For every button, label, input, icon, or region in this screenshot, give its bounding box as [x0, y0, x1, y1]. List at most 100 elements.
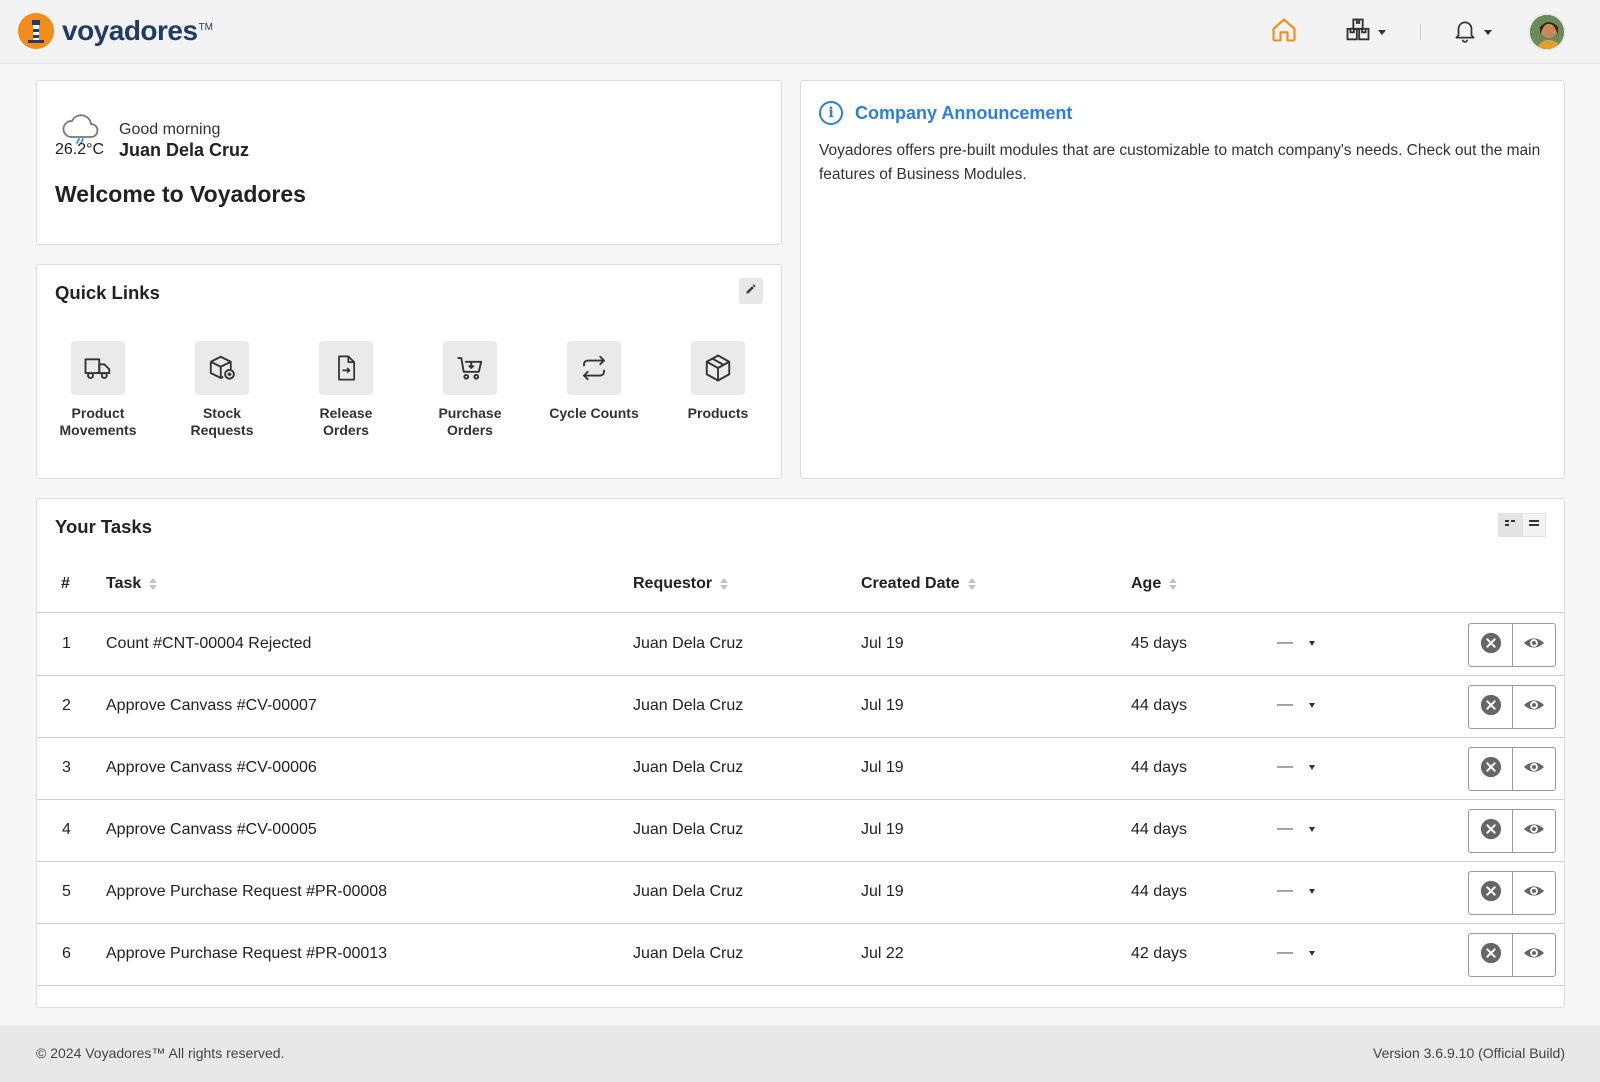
brand-name: voyadores	[62, 15, 198, 46]
box-add-icon	[195, 341, 249, 395]
view-task-button[interactable]	[1512, 810, 1555, 852]
footer: © 2024 Voyadores™ All rights reserved. V…	[0, 1025, 1600, 1082]
eye-icon	[1523, 632, 1545, 659]
quick-links-title: Quick Links	[55, 282, 160, 303]
chevron-down-icon	[1309, 640, 1315, 646]
tasks-table-header: # Task Requestor Created Date Age	[37, 557, 1564, 613]
sort-icon	[149, 578, 158, 590]
home-icon	[1270, 16, 1298, 49]
quick-link-label: Product Movements	[59, 405, 137, 438]
announcement-title: Company Announcement	[855, 102, 1073, 123]
task-created-date: Jul 19	[861, 697, 904, 714]
footer-copyright: © 2024 Voyadores™ All rights reserved.	[36, 1045, 285, 1061]
row-number: 2	[62, 697, 71, 714]
close-circle-icon	[1480, 818, 1502, 845]
task-age: 42 days	[1131, 945, 1188, 962]
row-actions	[1468, 809, 1556, 853]
dismiss-task-button[interactable]	[1469, 934, 1512, 976]
user-avatar[interactable]	[1528, 13, 1566, 51]
list-view-button[interactable]	[1522, 513, 1546, 537]
dismiss-task-button[interactable]	[1469, 872, 1512, 914]
cloud-rain-icon	[61, 111, 101, 144]
quick-link-product-movements[interactable]: Product Movements	[53, 341, 143, 439]
table-row[interactable]: 1 Count #CNT-00004 Rejected Juan Dela Cruz…	[37, 614, 1564, 676]
sort-icon	[720, 578, 729, 590]
status-value: —	[1277, 696, 1293, 713]
status-value: —	[1277, 820, 1293, 837]
top-navbar: voyadores TM	[0, 0, 1600, 64]
view-task-button[interactable]	[1512, 748, 1555, 790]
announcement-card: i Company Announcement Voyadores offers …	[800, 80, 1565, 479]
warehouse-menu-button[interactable]	[1344, 14, 1386, 50]
quick-link-purchase-orders[interactable]: Purchase Orders	[425, 341, 515, 439]
task-name: Approve Canvass #CV-00007	[106, 697, 317, 714]
brand[interactable]: voyadores TM	[18, 13, 213, 49]
status-dropdown[interactable]: —	[1277, 944, 1315, 962]
view-task-button[interactable]	[1512, 872, 1555, 914]
table-row[interactable]: 2 Approve Canvass #CV-00007 Juan Dela Cruz…	[37, 676, 1564, 738]
task-requestor: Juan Dela Cruz	[633, 697, 744, 714]
status-dropdown[interactable]: —	[1277, 882, 1315, 900]
greeting: Good morning	[119, 121, 221, 138]
eye-icon	[1523, 756, 1545, 783]
view-task-button[interactable]	[1512, 624, 1555, 666]
quick-link-cycle-counts[interactable]: Cycle Counts	[549, 341, 639, 422]
table-row[interactable]: 6 Approve Purchase Request #PR-00013 Juan …	[37, 924, 1564, 986]
task-age: 44 days	[1131, 759, 1188, 776]
status-dropdown[interactable]: —	[1277, 820, 1315, 838]
row-actions	[1468, 747, 1556, 791]
status-value: —	[1277, 758, 1293, 775]
quick-link-release-orders[interactable]: Release Orders	[301, 341, 391, 439]
status-dropdown[interactable]: —	[1277, 634, 1315, 652]
welcome-title: Welcome to Voyadores	[55, 181, 306, 207]
tasks-title: Your Tasks	[55, 516, 152, 537]
edit-quick-links-button[interactable]	[739, 278, 763, 304]
eye-icon	[1523, 818, 1545, 845]
close-circle-icon	[1480, 942, 1502, 969]
chevron-down-icon	[1309, 888, 1315, 894]
task-requestor: Juan Dela Cruz	[633, 945, 744, 962]
dismiss-task-button[interactable]	[1469, 624, 1512, 666]
row-actions	[1468, 933, 1556, 977]
status-dropdown[interactable]: —	[1277, 758, 1315, 776]
list-icon	[1528, 516, 1540, 534]
row-number: 4	[62, 821, 71, 838]
task-created-date: Jul 19	[861, 635, 904, 652]
dismiss-task-button[interactable]	[1469, 810, 1512, 852]
kanban-view-button[interactable]	[1498, 513, 1522, 537]
warehouse-icon	[1344, 16, 1372, 49]
row-actions	[1468, 685, 1556, 729]
home-nav-button[interactable]	[1270, 14, 1298, 50]
quick-link-products[interactable]: Products	[673, 341, 763, 422]
close-circle-icon	[1480, 694, 1502, 721]
nav-divider	[1420, 24, 1421, 40]
table-row[interactable]: 4 Approve Canvass #CV-00005 Juan Dela Cruz…	[37, 800, 1564, 862]
quick-link-label: Purchase Orders	[438, 405, 502, 438]
user-name: Juan Dela Cruz	[119, 140, 250, 160]
quick-link-stock-requests[interactable]: Stock Requests	[177, 341, 267, 439]
status-value: —	[1277, 634, 1293, 651]
quick-link-label: Stock Requests	[190, 405, 254, 438]
task-name: Count #CNT-00004 Rejected	[106, 635, 312, 652]
eye-icon	[1523, 942, 1545, 969]
status-dropdown[interactable]: —	[1277, 696, 1315, 714]
column-header-task[interactable]: Task	[106, 575, 158, 593]
brand-logo-icon	[18, 13, 54, 49]
table-row[interactable]: 3 Approve Canvass #CV-00006 Juan Dela Cruz…	[37, 738, 1564, 800]
close-circle-icon	[1480, 632, 1502, 659]
notifications-button[interactable]	[1452, 14, 1492, 50]
view-task-button[interactable]	[1512, 686, 1555, 728]
row-number: 1	[62, 635, 71, 652]
task-age: 44 days	[1131, 697, 1188, 714]
dismiss-task-button[interactable]	[1469, 686, 1512, 728]
status-value: —	[1277, 944, 1293, 961]
task-created-date: Jul 19	[861, 821, 904, 838]
table-row[interactable]: 5 Approve Purchase Request #PR-00008 Juan …	[37, 862, 1564, 924]
column-header-requestor[interactable]: Requestor	[633, 575, 729, 593]
dismiss-task-button[interactable]	[1469, 748, 1512, 790]
column-header-created-date[interactable]: Created Date	[861, 575, 976, 593]
column-header-age[interactable]: Age	[1131, 575, 1178, 593]
view-task-button[interactable]	[1512, 934, 1555, 976]
chevron-down-icon	[1309, 702, 1315, 708]
quick-link-label: Release Orders	[319, 405, 373, 438]
